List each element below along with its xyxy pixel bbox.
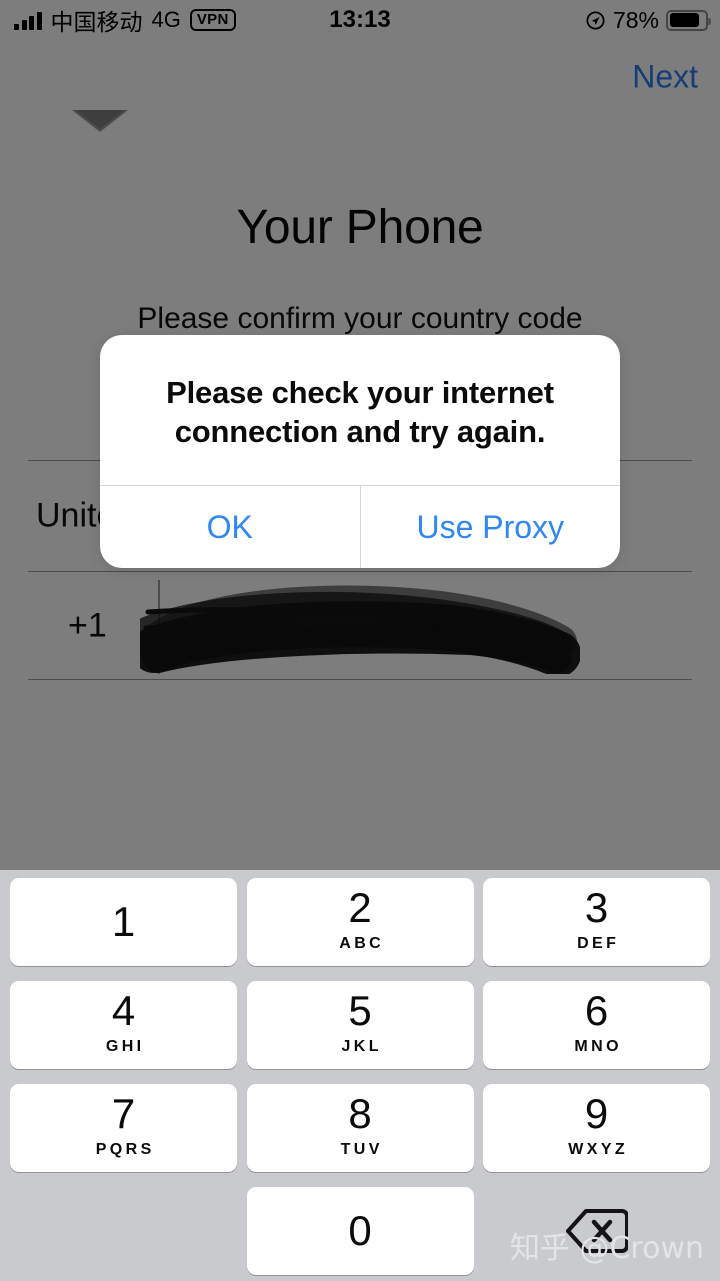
key-6[interactable]: 6 MNO (483, 981, 710, 1069)
key-digit: 2 (348, 884, 372, 931)
alert-overlay: Please check your internet connection an… (0, 0, 720, 870)
watermark: 知乎 @Crown (509, 1231, 704, 1266)
key-letters: WXYZ (568, 1141, 629, 1158)
key-digit: 4 (111, 987, 136, 1034)
key-9[interactable]: 9 WXYZ (483, 1084, 710, 1172)
alert-button-ok[interactable]: OK (100, 486, 360, 568)
key-digit: 7 (111, 1090, 136, 1137)
keypad-row: 4 GHI 5 JKL 6 MNO (0, 981, 720, 1069)
key-2[interactable]: 2 ABC (246, 878, 474, 966)
key-7[interactable]: 7 PQRS (10, 1084, 237, 1172)
keypad-row: 1 2 ABC 3 DEF (0, 878, 720, 966)
key-4[interactable]: 4 GHI (10, 981, 237, 1069)
key-8[interactable]: 8 TUV (246, 1084, 474, 1172)
alert-message: Please check your internet connection an… (166, 375, 554, 450)
key-digit: 8 (348, 1090, 372, 1137)
key-letters: DEF (577, 935, 620, 952)
key-1[interactable]: 1 (10, 878, 237, 966)
key-letters: GHI (105, 1038, 145, 1055)
alert-button-row: OK Use Proxy (100, 485, 621, 569)
numeric-keypad: 1 2 ABC 3 DEF 4 GHI 5 JKL 6 MNO 7 PQRS 8… (0, 870, 720, 1281)
key-digit: 1 (111, 898, 136, 945)
key-letters: ABC (339, 935, 385, 952)
key-letters: MNO (574, 1038, 622, 1055)
key-0[interactable]: 0 (246, 1187, 474, 1275)
keypad-row: 7 PQRS 8 TUV 9 WXYZ (0, 1084, 720, 1172)
key-letters: JKL (341, 1038, 382, 1055)
key-digit: 3 (584, 884, 609, 931)
key-digit: 5 (348, 987, 372, 1034)
alert-button-use-proxy[interactable]: Use Proxy (359, 486, 621, 569)
key-3[interactable]: 3 DEF (483, 878, 710, 966)
key-digit: 9 (584, 1090, 609, 1137)
key-blank-left (10, 1187, 237, 1275)
key-5[interactable]: 5 JKL (246, 981, 474, 1069)
key-letters: PQRS (95, 1141, 155, 1158)
key-letters: TUV (340, 1141, 383, 1158)
alert-dialog: Please check your internet connection an… (100, 335, 621, 569)
key-digit: 6 (584, 987, 609, 1034)
key-digit: 0 (348, 1207, 372, 1254)
phone-screen: 中国移动 4G VPN 13:13 78% Next Your Phone Pl… (0, 0, 720, 1281)
